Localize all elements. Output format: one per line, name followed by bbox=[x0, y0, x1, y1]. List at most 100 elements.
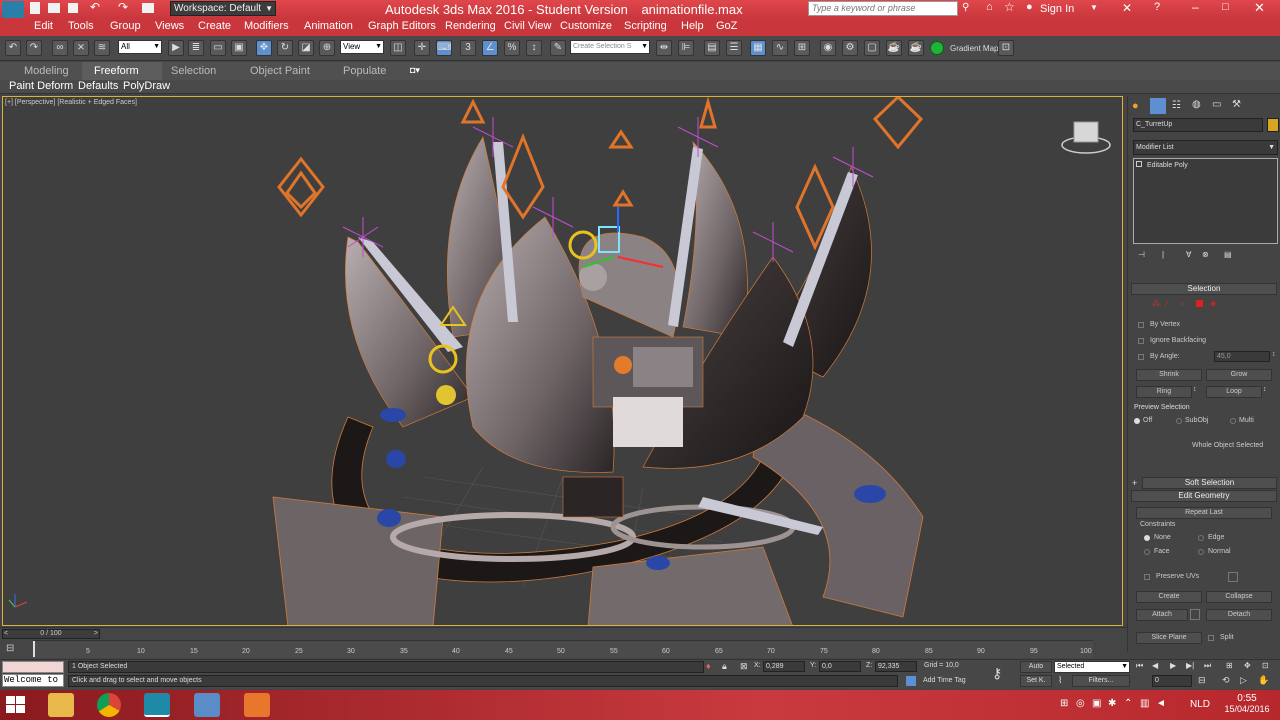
preserve-uvs-settings-icon[interactable] bbox=[1228, 572, 1238, 582]
snaps-toggle-icon[interactable]: 3 bbox=[460, 40, 476, 56]
hierarchy-tab-icon[interactable]: ☷ bbox=[1172, 100, 1181, 111]
shrink-button[interactable]: Shrink bbox=[1136, 369, 1202, 381]
save-file-icon[interactable] bbox=[68, 3, 78, 13]
display-tab-icon[interactable]: ▭ bbox=[1212, 99, 1221, 110]
tray-app-icon[interactable]: ✱ bbox=[1108, 698, 1116, 709]
preview-subobj-radio[interactable] bbox=[1176, 418, 1182, 424]
key-selection-set-dropdown[interactable]: Selected ▼ bbox=[1054, 661, 1130, 673]
gradient-map-button[interactable]: Gradient Map bbox=[950, 44, 998, 53]
set-key-icon[interactable]: ⚷ bbox=[992, 665, 1002, 682]
selection-filter-dropdown[interactable]: All ▼ bbox=[118, 40, 162, 54]
menu-animation[interactable]: Animation bbox=[304, 20, 353, 32]
edge-level-icon[interactable]: ⁄ bbox=[1166, 299, 1167, 308]
align-icon[interactable]: ⊫ bbox=[678, 40, 694, 56]
help-icon[interactable]: ? bbox=[1154, 1, 1160, 13]
detach-button[interactable]: Detach bbox=[1206, 609, 1272, 621]
menu-group[interactable]: Group bbox=[110, 20, 141, 32]
select-object-icon[interactable]: ▶ bbox=[168, 40, 184, 56]
redo-icon[interactable]: ↷ bbox=[118, 0, 128, 14]
menu-customize[interactable]: Customize bbox=[560, 20, 612, 32]
vertex-level-icon[interactable]: ⁂ bbox=[1152, 299, 1160, 308]
3ds-max-taskbar-icon[interactable] bbox=[144, 693, 170, 717]
close-icon[interactable]: ✕ bbox=[1254, 0, 1265, 16]
undo-icon[interactable]: ↶ bbox=[90, 0, 100, 14]
select-move-icon[interactable]: ✥ bbox=[256, 40, 272, 56]
constraint-face-radio[interactable] bbox=[1144, 549, 1150, 555]
show-end-result-icon[interactable]: | bbox=[1162, 250, 1164, 259]
modifier-list-dropdown[interactable]: Modifier List ▼ bbox=[1133, 140, 1278, 155]
tab-freeform[interactable]: Freeform bbox=[82, 62, 162, 80]
absolute-mode-icon[interactable]: ⊠ bbox=[740, 661, 748, 672]
menu-help[interactable]: Help bbox=[681, 20, 704, 32]
z-coordinate-field[interactable]: 92,335 bbox=[875, 661, 917, 672]
motion-tab-icon[interactable]: ◍ bbox=[1192, 99, 1201, 110]
menu-tools[interactable]: Tools bbox=[68, 20, 94, 32]
material-editor-icon[interactable]: ◉ bbox=[820, 40, 836, 56]
edit-named-selection-icon[interactable]: ✎ bbox=[550, 40, 566, 56]
menu-rendering[interactable]: Rendering bbox=[445, 20, 496, 32]
key-filters-button[interactable]: Filters... bbox=[1072, 675, 1130, 687]
search-input[interactable]: Type a keyword or phrase bbox=[808, 1, 958, 16]
pan-view-icon[interactable]: ✥ bbox=[1244, 661, 1251, 670]
by-vertex-checkbox[interactable] bbox=[1138, 322, 1144, 328]
maximize-icon[interactable]: □ bbox=[1222, 1, 1229, 13]
selection-rollout-header[interactable]: Selection bbox=[1131, 283, 1277, 295]
menu-goz[interactable]: GoZ bbox=[716, 20, 737, 32]
repeat-last-button[interactable]: Repeat Last bbox=[1136, 507, 1272, 519]
workspace-dropdown[interactable]: Workspace: Default ▼ bbox=[170, 1, 276, 16]
named-selection-dropdown[interactable]: Create Selection S ▼ bbox=[570, 40, 650, 54]
go-to-start-icon[interactable]: ⏮ bbox=[1136, 661, 1143, 671]
loop-button[interactable]: Loop bbox=[1206, 386, 1262, 398]
tab-populate[interactable]: Populate bbox=[343, 65, 386, 77]
stack-item-editable-poly[interactable]: Editable Poly bbox=[1136, 161, 1276, 171]
render-setup-icon[interactable]: ⚙ bbox=[842, 40, 858, 56]
ring-button[interactable]: Ring bbox=[1136, 386, 1192, 398]
by-angle-spinner[interactable]: 45,0 bbox=[1214, 351, 1270, 362]
start-button[interactable] bbox=[6, 696, 26, 714]
time-slider-next-icon[interactable]: > bbox=[94, 630, 98, 638]
edit-geometry-rollout-header[interactable]: Edit Geometry bbox=[1131, 490, 1277, 502]
scene-explorer-icon[interactable]: ☰ bbox=[726, 40, 742, 56]
collapse-button[interactable]: Collapse bbox=[1206, 591, 1272, 603]
field-of-view-icon[interactable]: ▷ bbox=[1240, 675, 1247, 686]
go-to-end-icon[interactable]: ⏭ bbox=[1204, 661, 1211, 671]
plugin-settings-icon[interactable]: ⊡ bbox=[998, 40, 1014, 56]
redo-icon[interactable]: ↷ bbox=[26, 40, 42, 56]
exchange-icon[interactable]: ✕ bbox=[1122, 1, 1132, 15]
current-frame-field[interactable]: 0 bbox=[1152, 675, 1192, 687]
maxscript-listener-pink[interactable] bbox=[2, 661, 64, 673]
ribbon-options-icon[interactable]: ◘▾ bbox=[410, 65, 420, 76]
window-crossing-icon[interactable]: ▣ bbox=[231, 40, 247, 56]
keyboard-shortcut-override-icon[interactable]: ⌨ bbox=[436, 40, 452, 56]
favorites-icon[interactable]: ☆ bbox=[1004, 0, 1015, 14]
previous-frame-icon[interactable]: ◀︎ bbox=[1152, 661, 1158, 670]
x-coordinate-field[interactable]: 0,289 bbox=[763, 661, 805, 672]
constraint-edge-radio[interactable] bbox=[1198, 535, 1204, 541]
object-color-swatch[interactable] bbox=[1267, 118, 1279, 132]
play-icon[interactable]: ▶︎ bbox=[1170, 661, 1176, 670]
undo-icon[interactable]: ↶ bbox=[5, 40, 21, 56]
menu-views[interactable]: Views bbox=[155, 20, 184, 32]
split-checkbox[interactable] bbox=[1208, 635, 1214, 641]
next-frame-icon[interactable]: ▶︎| bbox=[1186, 661, 1194, 670]
ignore-backfacing-checkbox[interactable] bbox=[1138, 338, 1144, 344]
network-icon[interactable]: ▥ bbox=[1140, 698, 1149, 709]
rendered-frame-window-icon[interactable]: ▢ bbox=[864, 40, 880, 56]
by-angle-spinner-arrows-icon[interactable]: ↕ bbox=[1272, 351, 1276, 358]
auto-key-button[interactable]: Auto bbox=[1020, 661, 1052, 673]
angle-snap-icon[interactable]: ∠ bbox=[482, 40, 498, 56]
curve-editor-icon[interactable]: ∿ bbox=[772, 40, 788, 56]
zoom-extents-all-icon[interactable]: ⊞ bbox=[1226, 661, 1233, 670]
select-manipulate-icon[interactable]: ✛ bbox=[414, 40, 430, 56]
viewcube[interactable] bbox=[1061, 121, 1111, 154]
preview-multi-radio[interactable] bbox=[1230, 418, 1236, 424]
loop-spinner-arrows-icon[interactable]: ↕ bbox=[1263, 386, 1267, 393]
soft-selection-expand-icon[interactable]: + bbox=[1132, 478, 1137, 488]
maximize-viewport-icon[interactable]: ⊡ bbox=[1262, 661, 1269, 670]
tab-object-paint[interactable]: Object Paint bbox=[250, 65, 310, 77]
attach-list-icon[interactable] bbox=[1190, 609, 1200, 620]
time-tag-icon[interactable] bbox=[906, 676, 916, 686]
input-language-indicator[interactable]: NLD bbox=[1190, 699, 1210, 710]
walk-through-icon[interactable]: ✋ bbox=[1258, 675, 1269, 686]
tray-app-icon[interactable]: ⊞ bbox=[1060, 698, 1068, 709]
